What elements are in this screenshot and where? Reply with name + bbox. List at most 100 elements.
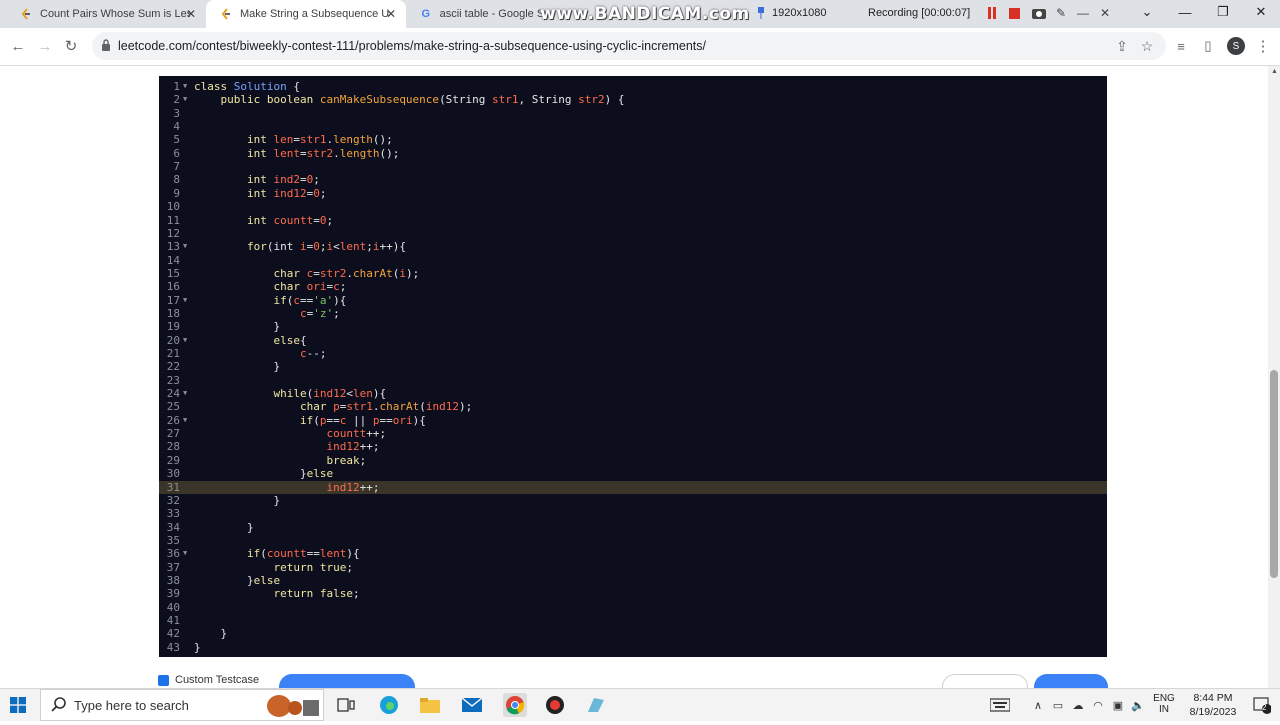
fold-arrow-icon[interactable]: ▼ (183, 387, 187, 400)
cloud-icon[interactable]: ☁ (1068, 695, 1088, 715)
code-line[interactable]: 4 (159, 120, 1107, 133)
monitor-icon[interactable]: ▣ (1108, 695, 1128, 715)
code-line[interactable]: 26 ▼ if(p==c || p==ori){ (159, 414, 1107, 427)
code-line[interactable]: 41 (159, 614, 1107, 627)
code-line[interactable]: 36 ▼ if(countt==lent){ (159, 547, 1107, 560)
code-line[interactable]: 16 char ori=c; (159, 280, 1107, 293)
fold-arrow-icon[interactable]: ▼ (183, 240, 187, 253)
close-icon[interactable]: ✕ (1098, 6, 1112, 20)
menu-kebab-icon[interactable]: ⋮ (1254, 37, 1272, 55)
code-line[interactable]: 12 (159, 227, 1107, 240)
reading-list-icon[interactable]: ≡ (1172, 37, 1190, 55)
code-line[interactable]: 6 int lent=str2.length(); (159, 147, 1107, 160)
code-line[interactable]: 21 c--; (159, 347, 1107, 360)
profile-avatar[interactable]: S (1227, 37, 1245, 55)
code-line[interactable]: 37 return true; (159, 561, 1107, 574)
fold-arrow-icon[interactable]: ▼ (183, 294, 187, 307)
keyboard-icon[interactable] (990, 695, 1010, 715)
share-icon[interactable]: ⇪ (1114, 38, 1130, 54)
forward-button[interactable]: → (36, 37, 54, 55)
code-line[interactable]: 19 } (159, 320, 1107, 333)
code-line[interactable]: 22 } (159, 360, 1107, 373)
code-line[interactable]: 27 countt++; (159, 427, 1107, 440)
code-line[interactable]: 14 (159, 254, 1107, 267)
tab-count-pairs[interactable]: Count Pairs Whose Sum is Less th ✕ (6, 0, 206, 28)
code-line[interactable]: 20 ▼ else{ (159, 334, 1107, 347)
code-line[interactable]: 25 char p=str1.charAt(ind12); (159, 400, 1107, 413)
lock-icon[interactable] (101, 39, 113, 53)
code-line[interactable]: 28 ind12++; (159, 440, 1107, 453)
code-line[interactable]: 35 (159, 534, 1107, 547)
scroll-up-icon[interactable]: ▲ (1271, 68, 1278, 75)
code-line[interactable]: 39 return false; (159, 587, 1107, 600)
custom-testcase-toggle[interactable]: Custom Testcase (158, 674, 259, 686)
checkbox-icon[interactable] (158, 674, 169, 686)
tab-ascii-table[interactable]: G ascii table - Google Sea (406, 0, 546, 28)
clock[interactable]: 8:44 PM 8/19/2023 (1182, 691, 1244, 719)
chevron-up-icon[interactable]: ∧ (1028, 695, 1048, 715)
code-line[interactable]: 31 ind12++; (159, 480, 1107, 494)
code-line[interactable]: 30 }else (159, 467, 1107, 480)
app-icon[interactable] (586, 695, 606, 715)
language-indicator[interactable]: ENG IN (1152, 693, 1176, 715)
taskbar-search-box[interactable]: Type here to search (40, 689, 324, 721)
minimize-window-button[interactable]: — (1166, 0, 1204, 24)
battery-icon[interactable]: ▭ (1048, 695, 1068, 715)
side-panel-icon[interactable]: ▯ (1199, 37, 1217, 55)
code-line[interactable]: 15 char c=str2.charAt(i); (159, 267, 1107, 280)
close-icon[interactable]: ✕ (186, 7, 196, 21)
code-line[interactable]: 10 (159, 200, 1107, 213)
fold-arrow-icon[interactable]: ▼ (183, 547, 187, 560)
code-line[interactable]: 1 ▼ class Solution { (159, 80, 1107, 93)
code-line[interactable]: 40 (159, 601, 1107, 614)
chrome-browser-icon[interactable] (503, 693, 527, 717)
code-line[interactable]: 32 } (159, 494, 1107, 507)
code-line[interactable]: 29 break; (159, 454, 1107, 467)
fold-arrow-icon[interactable]: ▼ (183, 80, 187, 93)
code-line[interactable]: 43} (159, 641, 1107, 654)
code-line[interactable]: 38 }else (159, 574, 1107, 587)
chevron-down-icon[interactable]: ⌄ (1128, 0, 1166, 24)
code-line[interactable]: 33 (159, 507, 1107, 520)
use-example-testcases-button[interactable] (279, 674, 415, 688)
code-line[interactable]: 11 int countt=0; (159, 214, 1107, 227)
tab-make-string[interactable]: Make String a Subsequence Usin ✕ (206, 0, 406, 28)
code-line[interactable]: 18 c='z'; (159, 307, 1107, 320)
bookmark-star-icon[interactable]: ☆ (1139, 38, 1155, 54)
back-button[interactable]: ← (9, 37, 27, 55)
camera-icon[interactable] (1032, 6, 1046, 20)
volume-icon[interactable]: 🔈 (1128, 695, 1148, 715)
code-line[interactable]: 23 (159, 374, 1107, 387)
pencil-icon[interactable]: ✎ (1054, 6, 1068, 20)
stop-icon[interactable] (1008, 7, 1020, 19)
pin-icon[interactable] (756, 6, 766, 20)
code-line[interactable]: 3 (159, 107, 1107, 120)
edge-browser-icon[interactable] (379, 695, 399, 715)
code-line[interactable]: 9 int ind12=0; (159, 187, 1107, 200)
submit-button[interactable] (1034, 674, 1108, 688)
code-editor[interactable]: 1 ▼ class Solution {2 ▼ public boolean canM… (159, 76, 1107, 657)
code-line[interactable]: 17 ▼ if(c=='a'){ (159, 294, 1107, 307)
file-explorer-icon[interactable] (420, 695, 440, 715)
fold-arrow-icon[interactable]: ▼ (183, 334, 187, 347)
fold-arrow-icon[interactable]: ▼ (183, 93, 187, 106)
code-line[interactable]: 7 (159, 160, 1107, 173)
code-line[interactable]: 2 ▼ public boolean canMakeSubsequence(Str… (159, 93, 1107, 106)
address-bar[interactable]: leetcode.com/contest/biweekly-contest-11… (92, 32, 1166, 60)
reload-button[interactable]: ↻ (62, 37, 80, 55)
wifi-icon[interactable]: ◠ (1088, 695, 1108, 715)
code-line[interactable]: 34 } (159, 521, 1107, 534)
pause-icon[interactable] (986, 7, 998, 19)
code-line[interactable]: 42 } (159, 627, 1107, 640)
code-line[interactable]: 13 ▼ for(int i=0;i<lent;i++){ (159, 240, 1107, 253)
code-line[interactable]: 5 int len=str1.length(); (159, 133, 1107, 146)
code-line[interactable]: 8 int ind2=0; (159, 173, 1107, 186)
scrollbar-thumb[interactable] (1270, 370, 1278, 578)
close-icon[interactable]: ✕ (386, 7, 396, 21)
run-code-button[interactable] (942, 674, 1028, 688)
windows-start-icon[interactable] (10, 697, 26, 713)
minimize-icon[interactable]: — (1076, 6, 1090, 20)
fold-arrow-icon[interactable]: ▼ (183, 414, 187, 427)
close-window-button[interactable]: ✕ (1242, 0, 1280, 24)
page-scrollbar[interactable]: ▲ (1268, 66, 1280, 688)
